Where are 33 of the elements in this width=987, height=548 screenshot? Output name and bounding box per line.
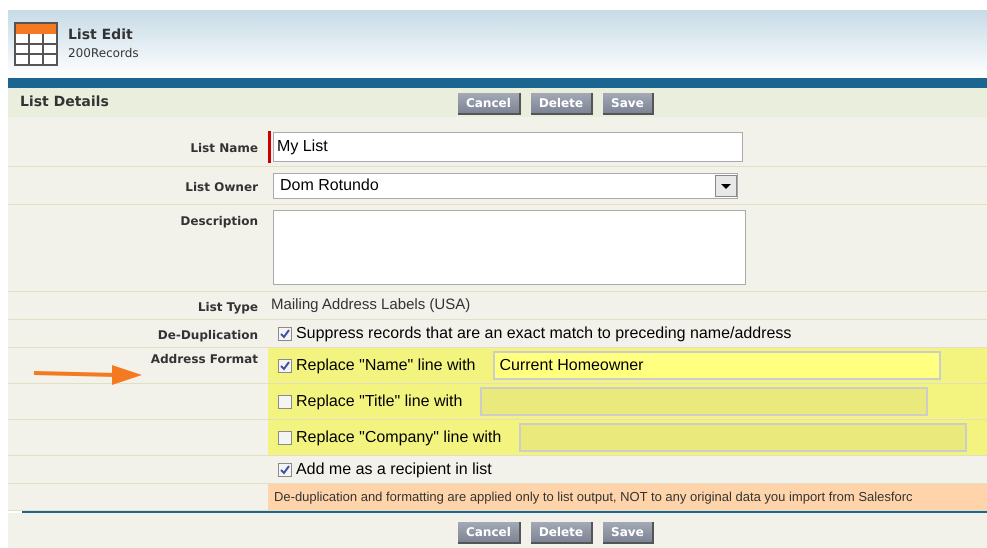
field-label: List Type	[198, 298, 258, 316]
action-button[interactable]: Save	[603, 522, 654, 544]
checkbox-label: Add me as a recipient in list	[296, 460, 492, 480]
checkmark-icon	[280, 360, 290, 370]
info-note: De-duplication and formatting are applied only to list output, NOT to any original data you import from Salesforc	[274, 488, 913, 506]
checkbox[interactable]	[278, 326, 292, 340]
checkbox-label: Suppress records that are an exact match to preceding name/address	[296, 324, 792, 344]
table-icon	[14, 22, 58, 66]
field-label: Address Format	[150, 351, 258, 368]
description-field[interactable]	[273, 210, 746, 285]
replacement-field[interactable]: Current Homeowner	[493, 351, 942, 380]
field-label: List Owner	[185, 178, 258, 196]
field-label: Description	[180, 213, 258, 230]
checkbox-label: Replace "Title" line with	[296, 392, 462, 412]
section-title: List Details	[19, 93, 110, 112]
field-label: De-Duplication	[158, 326, 258, 344]
checkbox-label: Replace "Company" line with	[296, 428, 502, 448]
list-name-field[interactable]: My List	[273, 132, 743, 162]
action-button[interactable]: Cancel	[458, 522, 521, 544]
checkbox-label: Replace "Name" line with	[296, 356, 476, 376]
owner-select[interactable]: Dom Rotundo	[273, 172, 738, 198]
page-title: List Edit	[68, 26, 134, 44]
checkmark-icon	[280, 464, 290, 474]
action-button[interactable]: Delete	[530, 522, 594, 544]
action-button[interactable]: Save	[603, 92, 654, 114]
page-subtitle: 200Records	[68, 44, 139, 62]
list-type-value: Mailing Address Labels (USA)	[271, 295, 470, 316]
field-label: List Name	[190, 140, 258, 156]
checkmark-icon	[280, 328, 290, 338]
action-button[interactable]: Cancel	[458, 92, 521, 114]
action-button[interactable]: Delete	[530, 92, 594, 114]
checkbox[interactable]	[278, 358, 292, 372]
checkbox[interactable]	[278, 462, 292, 476]
